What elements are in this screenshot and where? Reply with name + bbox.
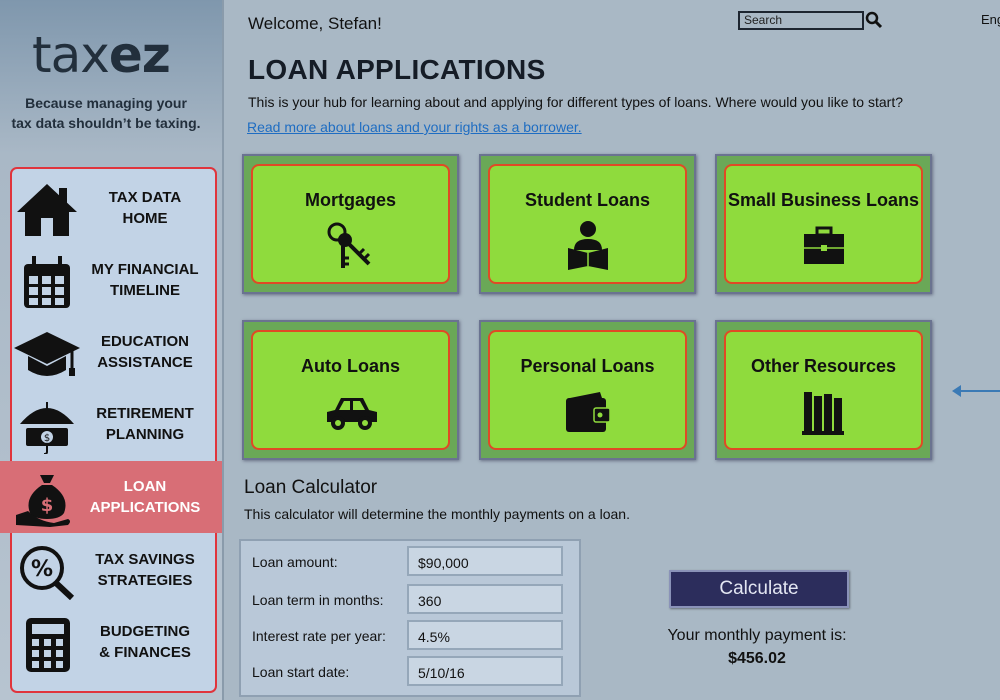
nav-label: ASSISTANCE: [97, 354, 193, 371]
sidebar-item-tax-savings[interactable]: % TAX SAVINGS STRATEGIES: [0, 534, 222, 606]
graduation-cap-icon: [14, 332, 80, 376]
calculator-icon: [26, 618, 70, 672]
nav-label: EDUCATION: [100, 333, 190, 350]
main-content: Welcome, Stefan! Search Eng LOAN APPLICA…: [224, 0, 1000, 700]
tile-other-resources[interactable]: Other Resources: [715, 320, 932, 460]
monthly-payment-value: $456.02: [728, 650, 786, 667]
field-label: Interest rate per year:: [252, 628, 386, 644]
student-reading-icon: [567, 221, 608, 270]
language-selector[interactable]: Eng: [981, 12, 1000, 27]
nav-label: & FINANCES: [99, 644, 191, 661]
briefcase-icon: [803, 226, 844, 264]
nav-label: TAX DATA: [108, 189, 182, 206]
sidebar-item-retirement-planning[interactable]: $ RETIREMENT PLANNING: [0, 388, 222, 460]
tile-label: Small Business Loans: [727, 190, 920, 210]
calculator-description: This calculator will determine the month…: [244, 506, 630, 522]
tile-small-business-loans[interactable]: Small Business Loans: [715, 154, 932, 294]
sidebar: taxez Because managing your tax data sho…: [0, 0, 224, 700]
nav-label: PLANNING: [105, 426, 185, 443]
sidebar-item-tax-data-home[interactable]: TAX DATA HOME: [0, 172, 222, 244]
sidebar-item-education-assistance[interactable]: EDUCATION ASSISTANCE: [0, 316, 222, 388]
tile-student-loans[interactable]: Student Loans: [479, 154, 696, 294]
percent-magnifier-icon: %: [20, 546, 75, 600]
nav-label: RETIREMENT: [96, 405, 194, 422]
calculate-button[interactable]: Calculate: [669, 570, 849, 608]
nav-label: TIMELINE: [109, 282, 180, 299]
field-label: Loan amount:: [252, 554, 338, 570]
page-intro: This is your hub for learning about and …: [248, 94, 903, 110]
nav-label: LOAN: [123, 478, 167, 495]
loan-amount-field[interactable]: $90,000: [407, 546, 563, 576]
nav-label: BUDGETING: [99, 623, 190, 640]
svg-text:%: %: [31, 557, 53, 582]
welcome-text: Welcome, Stefan!: [248, 14, 382, 33]
search-input[interactable]: Search: [738, 11, 864, 30]
tile-label: Other Resources: [750, 356, 897, 376]
sidebar-item-financial-timeline[interactable]: MY FINANCIAL TIMELINE: [0, 244, 222, 316]
tile-personal-loans[interactable]: Personal Loans: [479, 320, 696, 460]
nav-label: APPLICATIONS: [89, 499, 201, 516]
result-label: Your monthly payment is:: [667, 627, 847, 644]
pointer-arrow-head: [952, 385, 961, 397]
tile-label: Mortgages: [304, 190, 396, 210]
app-tagline: Because managing your tax data shouldn’t…: [11, 95, 201, 131]
umbrella-money-icon: $: [20, 402, 74, 454]
start-date-field[interactable]: 5/10/16: [407, 656, 563, 686]
keys-icon: [327, 222, 370, 268]
tile-auto-loans[interactable]: Auto Loans: [242, 320, 459, 460]
search-icon[interactable]: [865, 11, 883, 29]
app-logo[interactable]: taxez: [32, 26, 171, 84]
calendar-icon: [24, 256, 70, 308]
money-bag-hand-icon: $: [16, 475, 70, 527]
house-icon: [17, 184, 77, 236]
car-icon: [326, 398, 377, 430]
tile-label: Student Loans: [525, 190, 650, 210]
calculator-row-start-date: Loan start date: 5/10/16: [241, 654, 579, 690]
calculator-row-rate: Interest rate per year: 4.5%: [241, 618, 579, 654]
tile-mortgages[interactable]: Mortgages: [242, 154, 459, 294]
calculator-row-amount: Loan amount: $90,000: [241, 544, 579, 580]
borrower-rights-link[interactable]: Read more about loans and your rights as…: [247, 119, 582, 135]
loan-term-field[interactable]: 360: [407, 584, 563, 614]
sidebar-item-loan-applications[interactable]: $ LOAN APPLICATIONS: [0, 461, 222, 533]
interest-rate-field[interactable]: 4.5%: [407, 620, 563, 650]
nav-label: STRATEGIES: [97, 572, 193, 589]
calculator-panel: Loan amount: $90,000 Loan term in months…: [239, 539, 581, 697]
page-title: LOAN APPLICATIONS: [248, 54, 546, 85]
wallet-icon: [565, 392, 611, 432]
field-label: Loan start date:: [252, 664, 350, 680]
sidebar-item-budgeting[interactable]: BUDGETING & FINANCES: [0, 606, 222, 678]
nav-label: HOME: [122, 210, 168, 227]
calculator-title: Loan Calculator: [244, 477, 378, 498]
svg-text:$: $: [44, 433, 50, 444]
nav-label: MY FINANCIAL: [91, 261, 199, 278]
books-icon: [801, 392, 844, 435]
nav-label: TAX SAVINGS: [95, 551, 195, 568]
tile-label: Auto Loans: [301, 356, 400, 376]
tile-label: Personal Loans: [520, 356, 655, 376]
field-label: Loan term in months:: [252, 592, 384, 608]
svg-text:$: $: [41, 495, 54, 516]
calculator-row-term: Loan term in months: 360: [241, 582, 579, 618]
